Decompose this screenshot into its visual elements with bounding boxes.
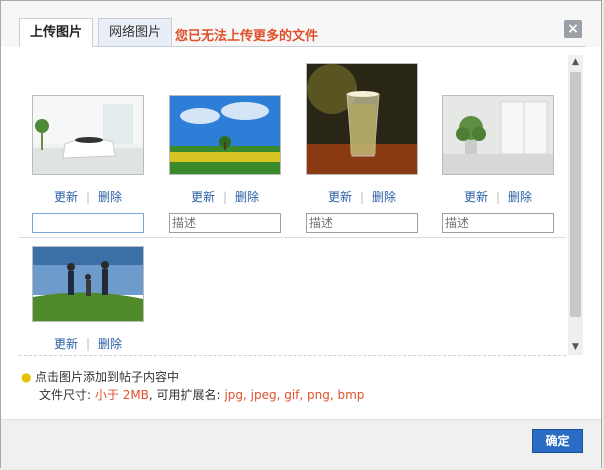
- size-label: 文件尺寸:: [39, 388, 92, 402]
- image-thumbnail[interactable]: [32, 246, 144, 322]
- image-list: 更新|删除 更新|删除: [19, 55, 566, 355]
- update-link[interactable]: 更新: [464, 190, 488, 204]
- delete-link[interactable]: 删除: [98, 190, 122, 204]
- ext-label: , 可用扩展名:: [148, 388, 221, 402]
- delete-link[interactable]: 删除: [235, 190, 259, 204]
- image-item: 更新 | 删除: [442, 95, 554, 233]
- image-thumbnail[interactable]: [442, 95, 554, 175]
- update-link[interactable]: 更新: [191, 190, 215, 204]
- description-input[interactable]: [442, 213, 554, 233]
- image-item: 更新 | 删除: [32, 246, 144, 352]
- image-thumbnail[interactable]: [32, 95, 144, 175]
- tab-web-image[interactable]: 网络图片: [98, 18, 173, 46]
- upload-dialog: 上传图片 网络图片 您已无法上传更多的文件 × 更新 | 删除 描述 更新 | …: [0, 0, 602, 469]
- image-item: 更新 | 删除: [306, 63, 418, 233]
- ok-button[interactable]: 确定: [532, 429, 583, 453]
- tip-divider: [19, 355, 566, 356]
- delete-link[interactable]: 删除: [508, 190, 532, 204]
- tip-line: 点击图片添加到帖子内容中: [35, 370, 180, 384]
- tab-upload-image[interactable]: 上传图片: [19, 18, 94, 47]
- update-link[interactable]: 更新: [328, 190, 352, 204]
- size-value: 小于 2MB: [94, 388, 149, 402]
- lightbulb-icon: ●: [21, 370, 32, 384]
- vertical-scrollbar[interactable]: ▲ ▼: [568, 55, 583, 355]
- image-item: 更新 | 删除: [32, 95, 144, 233]
- dialog-footer: 确定: [1, 419, 601, 469]
- row-divider: [19, 237, 566, 238]
- description-input[interactable]: [32, 213, 144, 233]
- update-link[interactable]: 更新: [54, 337, 78, 351]
- ext-value: jpg, jpeg, gif, png, bmp: [224, 388, 365, 402]
- scroll-up-icon[interactable]: ▲: [568, 55, 583, 70]
- description-input[interactable]: [306, 213, 418, 233]
- image-item: 更新 | 删除: [169, 95, 281, 233]
- description-input[interactable]: [169, 213, 281, 233]
- scroll-down-icon[interactable]: ▼: [568, 340, 583, 355]
- delete-link[interactable]: 删除: [372, 190, 396, 204]
- upload-limit-warning: 您已无法上传更多的文件: [175, 29, 319, 44]
- update-link[interactable]: 更新: [54, 190, 78, 204]
- delete-link[interactable]: 删除: [98, 337, 122, 351]
- scrollbar-thumb[interactable]: [570, 72, 581, 317]
- image-thumbnail[interactable]: [169, 95, 281, 175]
- upload-tip: ● 点击图片添加到帖子内容中 文件尺寸: 小于 2MB, 可用扩展名: jpg, …: [21, 368, 364, 404]
- tabs-underline: [19, 46, 585, 47]
- image-thumbnail[interactable]: [306, 63, 418, 175]
- close-icon[interactable]: ×: [564, 20, 582, 38]
